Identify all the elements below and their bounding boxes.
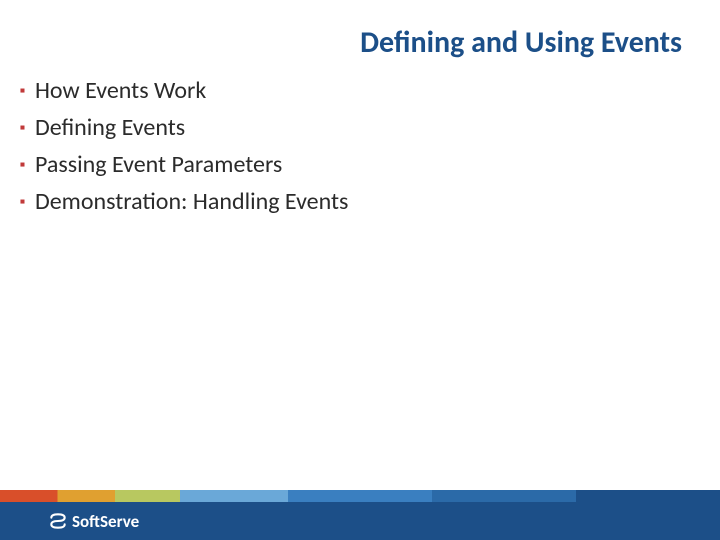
bullet-icon: ▪ — [20, 119, 25, 136]
bullet-text: Demonstration: Handling Events — [35, 187, 348, 216]
bullet-list: ▪ How Events Work ▪ Defining Events ▪ Pa… — [20, 76, 680, 224]
list-item: ▪ Demonstration: Handling Events — [20, 187, 680, 216]
bullet-text: Passing Event Parameters — [35, 150, 282, 179]
bullet-text: Defining Events — [35, 113, 185, 142]
list-item: ▪ Passing Event Parameters — [20, 150, 680, 179]
slide: Defining and Using Events ▪ How Events W… — [0, 0, 720, 540]
brand-logo: SoftServe — [48, 511, 139, 532]
footer-stripe — [0, 490, 720, 502]
slide-title: Defining and Using Events — [360, 24, 682, 61]
brand-name: SoftServe — [72, 511, 139, 532]
bullet-icon: ▪ — [20, 193, 25, 210]
bullet-icon: ▪ — [20, 156, 25, 173]
footer-bar: SoftServe — [0, 502, 720, 540]
list-item: ▪ Defining Events — [20, 113, 680, 142]
bullet-icon: ▪ — [20, 82, 25, 99]
slide-footer: SoftServe — [0, 490, 720, 540]
list-item: ▪ How Events Work — [20, 76, 680, 105]
softserve-icon — [48, 511, 68, 531]
bullet-text: How Events Work — [35, 76, 206, 105]
